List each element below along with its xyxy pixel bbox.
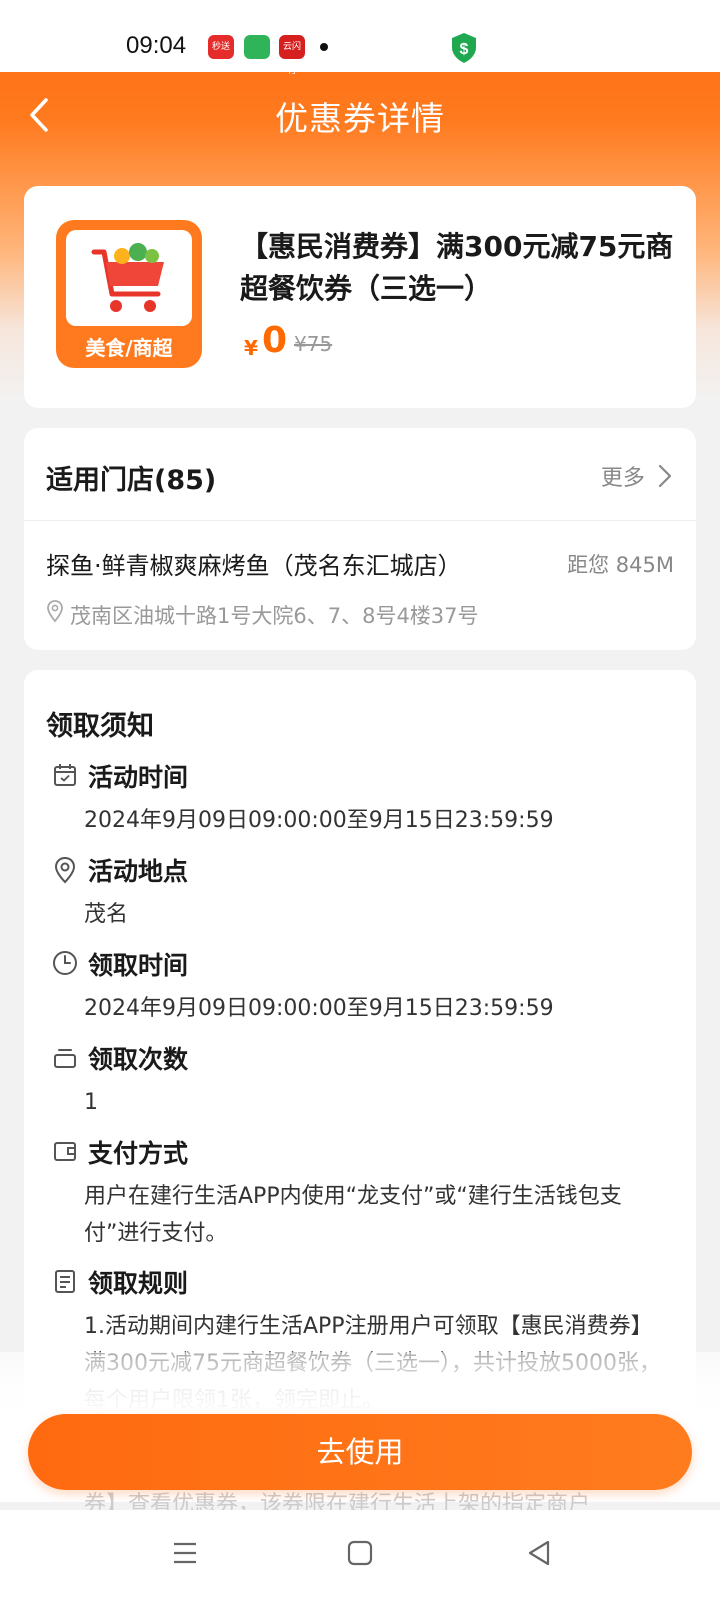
coupon-title: 【惠民消费券】满300元减75元商超餐饮券（三选一） [240,230,674,305]
store-name[interactable]: 探鱼·鲜青椒爽麻烤鱼（茂名东汇城店） [46,546,462,581]
more-stores-link[interactable]: 更多 [600,460,672,491]
clock-icon [53,951,77,975]
section-body: 2024年9月09日09:00:00至9月15日23:59:59 [84,808,554,833]
recent-apps-icon[interactable] [172,1540,198,1566]
chevron-right-icon [658,464,672,488]
section-body: 用户在建行生活APP内使用“龙支付”或“建行生活钱包支付”进行支付。 [84,1184,622,1246]
notice-card: 领取须知 活动时间 2024年9月09日09:00:00至9月15日23:59:… [24,670,696,1430]
coupon-logo: 美食/商超 [56,220,202,368]
coupon-price: 0 [262,320,288,361]
section-title: 领取规则 [88,1269,189,1298]
message-app-icon [244,35,270,59]
page-header: 优惠券详情 [0,72,720,158]
stack-icon [54,1049,76,1068]
section-title: 活动时间 [88,763,189,792]
section-title: 领取次数 [88,1045,189,1074]
notice-title: 领取须知 [46,711,154,742]
section-body: 2024年9月09日09:00:00至9月15日23:59:59 [84,996,554,1021]
applicable-stores-card: 适用门店(85) 更多 探鱼·鲜青椒爽麻烤鱼（茂名东汇城店） 距您 845M 茂… [24,428,696,650]
original-price: ¥75 [294,332,333,356]
section-title: 活动地点 [88,857,189,886]
back-triangle-icon[interactable] [526,1539,552,1567]
status-bar: 09:04 秒送 云闪付 $ [0,0,720,76]
shopping-cart-icon [91,243,164,312]
page-title: 优惠券详情 [275,99,445,138]
notification-dot-icon [320,43,328,51]
svg-text:$: $ [460,41,469,58]
section-body: 1 [84,1090,98,1115]
status-time: 09:04 [126,32,187,59]
section-title: 支付方式 [88,1139,189,1168]
section-body: 茂名 [84,902,129,927]
system-navigation-bar [0,1510,720,1600]
coupon-category-label: 美食/商超 [85,336,173,360]
store-distance: 距您 845M [567,553,674,577]
more-label: 更多 [600,466,645,491]
calendar-icon [54,764,76,786]
unionpay-app-icon: 云闪付 [279,35,305,76]
home-icon[interactable] [347,1540,373,1566]
security-shield-icon: $ [452,33,476,63]
use-coupon-button[interactable]: 去使用 [28,1414,692,1490]
document-icon [55,1270,75,1293]
currency-symbol: ¥ [244,336,258,360]
section-title: 领取时间 [88,951,189,980]
stores-title: 适用门店(85) [46,465,217,496]
miaosong-app-icon: 秒送 [208,35,234,59]
location-pin-icon [47,600,63,623]
wallet-icon [54,1142,76,1161]
store-address: 茂南区油城十路1号大院6、7、8号4楼37号 [70,604,479,628]
divider [24,520,696,521]
coupon-card: 美食/商超 【惠民消费券】满300元减75元商超餐饮券（三选一） ¥ 0 ¥75 [24,186,696,408]
location-pin-icon [54,856,76,884]
